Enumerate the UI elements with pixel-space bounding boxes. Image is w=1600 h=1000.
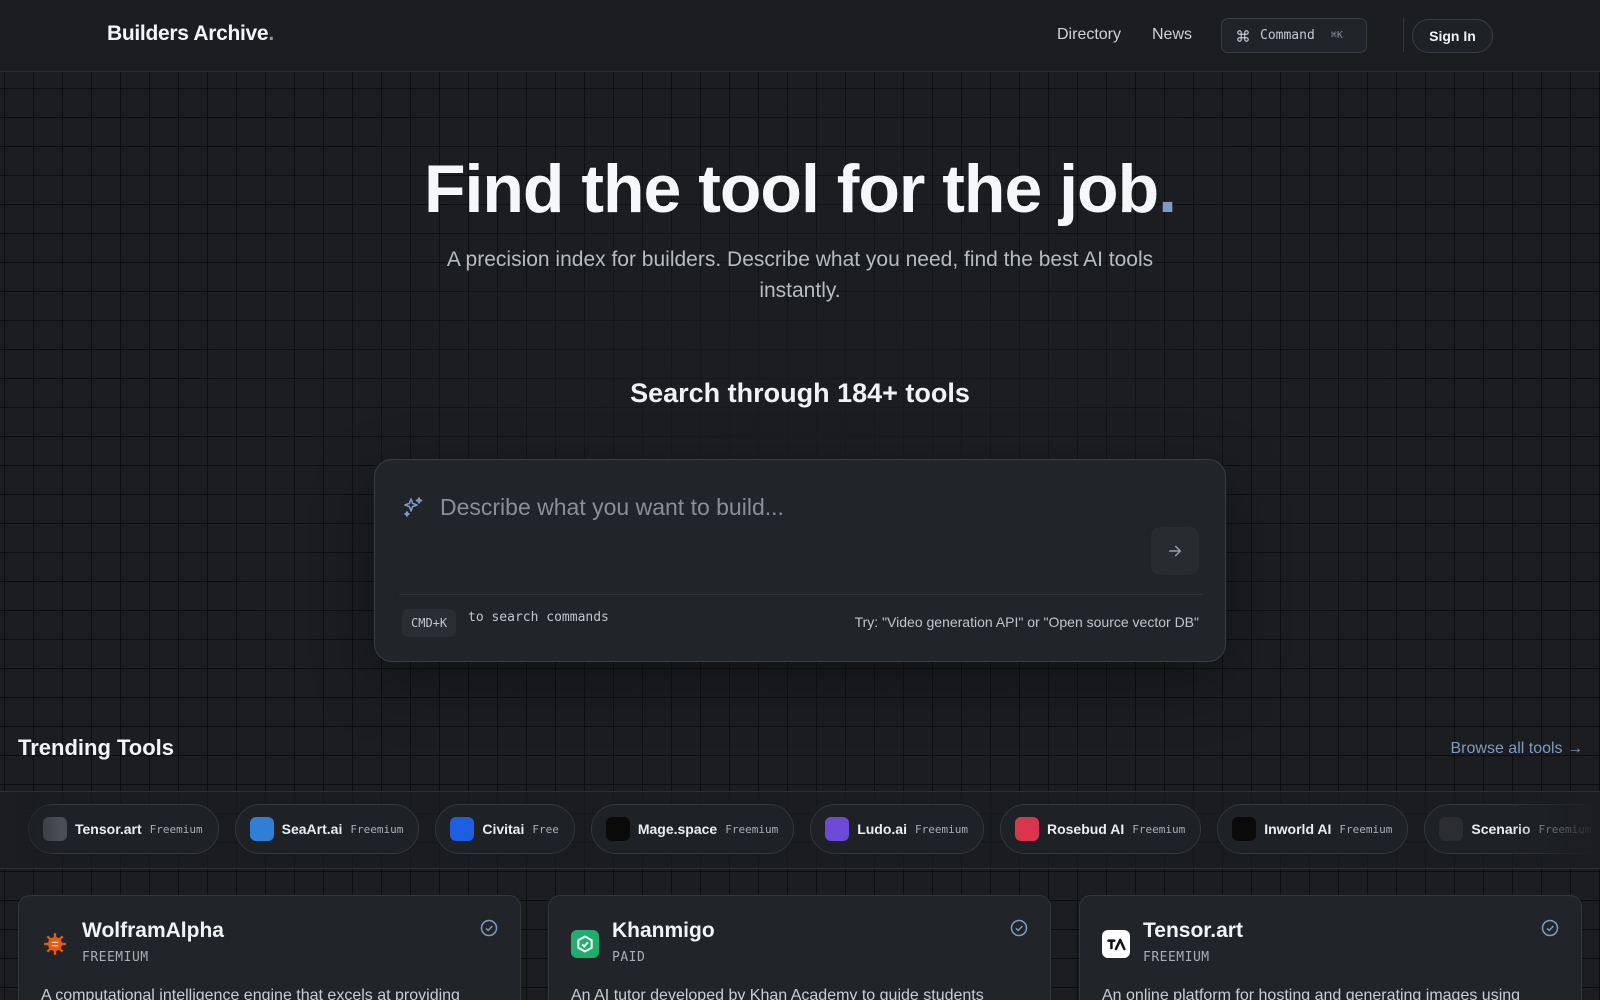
top-navigation-bar: Builders Archive. Directory News Command… xyxy=(0,0,1600,72)
cmd-k-hint-text: to search commands xyxy=(468,610,609,625)
tool-name: WolframAlpha xyxy=(82,919,224,942)
trending-chip-tier: Freemium xyxy=(149,822,203,836)
hero-title-text: Find the tool for the job xyxy=(423,151,1159,227)
trending-tools-heading: Trending Tools xyxy=(18,735,175,760)
trending-chip-tier: Freemium xyxy=(350,822,404,836)
submit-search-button[interactable] xyxy=(1151,527,1199,575)
khanmigo-logo-icon xyxy=(571,930,599,958)
trending-chip-tier: Freemium xyxy=(1132,822,1186,836)
trending-tools-carousel[interactable]: Tensor.art Freemium SeaArt.ai Freemium Civit… xyxy=(0,791,1600,869)
trending-chip[interactable]: Civitai Free xyxy=(435,804,575,854)
carousel-fade-left xyxy=(0,792,60,868)
trending-chip-name: Mage.space xyxy=(637,821,718,837)
trending-chip[interactable]: Ludo.ai Freemium xyxy=(810,804,984,854)
command-palette-button[interactable]: Command ⌘K xyxy=(1221,18,1367,53)
sparkle-icon xyxy=(404,497,423,517)
inworld-ai-logo-icon xyxy=(1232,817,1257,841)
cmd-k-shortcut-badge: CMD+K xyxy=(402,609,457,637)
trending-chip-name: Civitai xyxy=(482,821,525,837)
verified-check-icon xyxy=(1541,919,1559,937)
ludo-ai-logo-icon xyxy=(825,817,850,841)
trending-chip-tier: Free xyxy=(532,822,559,836)
trending-chip-row: Tensor.art Freemium SeaArt.ai Freemium Civit… xyxy=(28,804,1600,854)
nav-news-link[interactable]: News xyxy=(1152,26,1192,44)
tool-card-khanmigo[interactable]: Khanmigo PAID An AI tutor developed by K… xyxy=(548,895,1051,1000)
tool-description: An AI tutor developed by Khan Academy to… xyxy=(571,987,984,1000)
search-count-heading: Search through 184+ tools xyxy=(630,378,970,408)
trending-chip[interactable]: Mage.space Freemium xyxy=(590,804,795,854)
tool-tier: FREEMIUM xyxy=(82,950,149,965)
trending-chip[interactable]: SeaArt.ai Freemium xyxy=(234,804,420,854)
scenario-logo-icon xyxy=(1439,817,1464,841)
command-label: Command xyxy=(1260,28,1315,43)
trending-chip-tier: Freemium xyxy=(914,822,968,836)
tool-tier: PAID xyxy=(612,950,646,965)
hero-title: Find the tool for the job. xyxy=(0,150,1600,228)
trending-chip-name: SeaArt.ai xyxy=(281,821,343,837)
sign-in-button[interactable]: Sign In xyxy=(1412,19,1493,53)
nav-directory-link[interactable]: Directory xyxy=(1057,26,1121,44)
verified-check-icon xyxy=(480,919,498,937)
verified-check-icon xyxy=(1010,919,1028,937)
site-logo[interactable]: Builders Archive. xyxy=(107,22,274,46)
logo-dot: . xyxy=(268,22,274,45)
tensor-art-logo-icon xyxy=(1102,930,1130,958)
search-card-divider xyxy=(399,594,1203,595)
hero-subtitle: A precision index for builders. Describe… xyxy=(446,248,1154,302)
tool-description: A computational intelligence engine that… xyxy=(41,987,460,1000)
trending-chip-name: Rosebud AI xyxy=(1046,821,1125,837)
trending-chip[interactable]: Inworld AI Freemium xyxy=(1217,804,1409,854)
wolframalpha-logo-icon xyxy=(41,930,69,958)
civitai-logo-icon xyxy=(450,817,475,841)
arrow-right-icon xyxy=(1169,545,1181,557)
tool-name: Tensor.art xyxy=(1143,919,1243,942)
tool-card-wolframalpha[interactable]: WolframAlpha FREEMIUM A computational in… xyxy=(18,895,521,1000)
tool-description: An online platform for hosting and gener… xyxy=(1102,987,1521,1000)
tool-card-tensor-art[interactable]: Tensor.art FREEMIUM An online platform f… xyxy=(1079,895,1582,1000)
header-divider xyxy=(1403,18,1404,52)
trending-chip-name: Inworld AI xyxy=(1264,821,1332,837)
carousel-fade-right xyxy=(1510,792,1600,868)
browse-all-tools-link[interactable]: Browse all tools → xyxy=(1451,740,1584,758)
command-icon xyxy=(1237,29,1249,42)
search-card: CMD+K to search commands Try: "Video gen… xyxy=(374,459,1226,662)
trending-chip-tier: Freemium xyxy=(1339,822,1393,836)
hero-title-dot: . xyxy=(1158,151,1177,227)
trending-chip[interactable]: Rosebud AI Freemium xyxy=(999,804,1202,854)
trending-chip-tier: Freemium xyxy=(725,822,779,836)
rosebud-ai-logo-icon xyxy=(1014,817,1039,841)
logo-text: Builders Archive xyxy=(107,22,269,45)
trending-chip-name: Ludo.ai xyxy=(857,821,907,837)
mage-space-logo-icon xyxy=(605,817,630,841)
tool-tier: FREEMIUM xyxy=(1143,950,1210,965)
search-input[interactable] xyxy=(440,490,1120,524)
trending-chip-name: Tensor.art xyxy=(75,821,142,837)
tool-name: Khanmigo xyxy=(612,919,715,942)
search-examples-hint: Try: "Video generation API" or "Open sou… xyxy=(854,614,1199,630)
command-shortcut: ⌘K xyxy=(1330,30,1343,41)
seaart-logo-icon xyxy=(249,817,274,841)
